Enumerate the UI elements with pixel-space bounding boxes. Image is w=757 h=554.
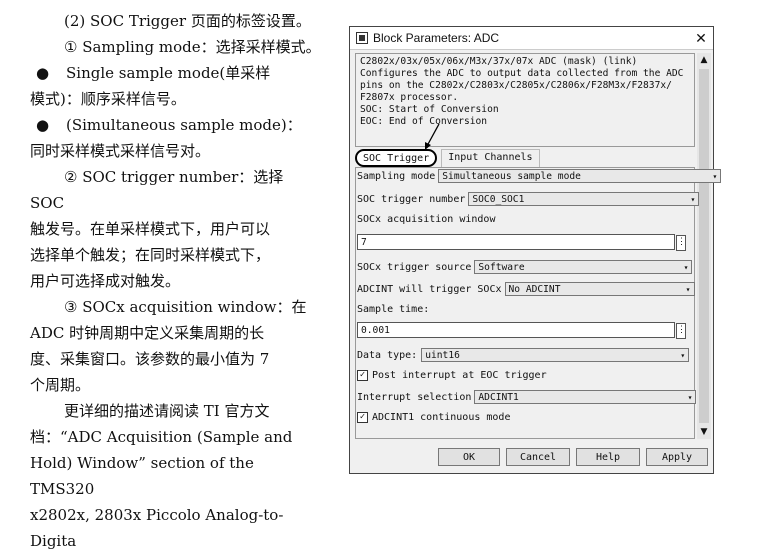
- doc-line: 触发号。在单采样模式下，用户可以: [30, 220, 271, 238]
- tab-input-channels[interactable]: Input Channels: [441, 149, 540, 167]
- scroll-thumb[interactable]: [699, 69, 709, 423]
- interrupt-selection-row: Interrupt selection ADCINT1 ▾: [357, 390, 697, 404]
- acq-window-label-row: SOCx acquisition window: [357, 214, 495, 225]
- interrupt-selection-value: ADCINT1: [478, 391, 519, 403]
- trigger-source-select[interactable]: Software ▾: [474, 260, 693, 274]
- doc-line: Single sample mode(单采样: [66, 64, 271, 82]
- doc-line: 模式)：顺序采样信号。: [30, 90, 186, 108]
- adcint-value: No ADCINT: [508, 283, 561, 295]
- doc-line: ② SOC trigger number：选择 SOC: [30, 168, 284, 212]
- soc-trigger-number-value: SOC0_SOC1: [472, 193, 525, 205]
- description-line: pins on the C2802x/C2803x/C2805x/C2806x/…: [360, 80, 672, 91]
- more-options-icon[interactable]: ⋮: [676, 235, 686, 251]
- dropdown-icon: ▾: [683, 262, 689, 272]
- description-line: F2807x processor.: [360, 92, 459, 103]
- annotation-arrow-icon: [425, 123, 440, 150]
- doc-line: 档：“ADC Acquisition (Sample and: [30, 428, 293, 446]
- apply-button[interactable]: Apply: [646, 448, 708, 466]
- dropdown-icon: ▾: [687, 392, 693, 402]
- soc-trigger-number-row: SOC trigger number SOC0_SOC1 ▾: [357, 192, 700, 206]
- block-parameters-dialog: Block Parameters: ADC ✕ C2802x/03x/05x/0…: [349, 26, 722, 474]
- doc-line: Hold) Window” section of the TMS320: [30, 454, 254, 498]
- post-interrupt-label: Post interrupt at EOC trigger: [372, 370, 547, 381]
- dialog-footer: OK Cancel Help Apply: [350, 441, 713, 473]
- doc-line: ADC 时钟周期中定义采集周期的长: [30, 324, 265, 342]
- dropdown-icon: ▾: [685, 284, 691, 294]
- soc-trigger-number-label: SOC trigger number: [357, 193, 466, 205]
- document-text: (2) SOC Trigger 页面的标签设置。 ① Sampling mode…: [30, 8, 322, 554]
- close-icon[interactable]: ✕: [689, 30, 713, 47]
- data-type-label: Data type:: [357, 349, 418, 361]
- sample-time-row: 0.001 ⋮: [357, 322, 686, 339]
- doc-line: x2802x, 2803x Piccolo Analog-to-Digita: [30, 506, 284, 550]
- interrupt-selection-label: Interrupt selection: [357, 391, 472, 403]
- title-bar[interactable]: Block Parameters: ADC ✕: [350, 27, 713, 50]
- data-type-select[interactable]: uint16 ▾: [421, 348, 690, 362]
- acq-window-value: 7: [361, 236, 367, 248]
- block-description: C2802x/03x/05x/06x/M3x/37x/07x ADC (mask…: [355, 53, 695, 147]
- sampling-mode-label: Sampling mode: [357, 170, 436, 182]
- block-icon: [356, 32, 368, 44]
- dropdown-icon: ▾: [690, 194, 696, 204]
- trigger-source-row: SOCx trigger source Software ▾: [357, 260, 693, 274]
- adcint-label: ADCINT will trigger SOCx: [357, 283, 502, 295]
- vertical-scrollbar[interactable]: ▲ ▼: [697, 53, 711, 439]
- acq-window-field[interactable]: 7 ⋮: [357, 234, 686, 251]
- description-line: Configures the ADC to output data collec…: [360, 68, 684, 79]
- dialog-title: Block Parameters: ADC: [373, 31, 500, 45]
- doc-line: 度、采集窗口。该参数的最小值为 7: [30, 350, 270, 368]
- help-button[interactable]: Help: [576, 448, 640, 466]
- cancel-button[interactable]: Cancel: [506, 448, 570, 466]
- bullet-icon: ●: [36, 116, 50, 134]
- doc-line: ① Sampling mode：选择采样模式。: [64, 38, 321, 56]
- doc-line: 个周期。: [30, 376, 91, 394]
- trigger-source-label: SOCx trigger source: [357, 261, 472, 273]
- doc-line: 选择单个触发；在同时采样模式下，: [30, 246, 271, 264]
- adcint-select[interactable]: No ADCINT ▾: [504, 282, 695, 296]
- sample-time-label: Sample time:: [357, 304, 430, 315]
- dropdown-icon: ▾: [712, 171, 718, 181]
- doc-line: (2) SOC Trigger 页面的标签设置。: [64, 12, 311, 30]
- dropdown-icon: ▾: [680, 350, 686, 360]
- doc-line: 同时采样模式采样信号对。: [30, 142, 211, 160]
- more-options-icon[interactable]: ⋮: [676, 323, 686, 339]
- scroll-down-icon[interactable]: ▼: [697, 425, 711, 439]
- description-line: EOC: End of Conversion: [360, 116, 488, 127]
- ok-button[interactable]: OK: [438, 448, 500, 466]
- continuous-mode-row: ✓ ADCINT1 continuous mode: [357, 412, 510, 423]
- sample-time-label-row: Sample time:: [357, 304, 429, 315]
- acq-window-label: SOCx acquisition window: [357, 214, 496, 225]
- tab-bar: SOC Trigger Input Channels: [355, 149, 540, 167]
- sampling-mode-value: Simultaneous sample mode: [442, 170, 581, 182]
- post-interrupt-row: ✓ Post interrupt at EOC trigger: [357, 370, 547, 381]
- interrupt-selection-select[interactable]: ADCINT1 ▾: [474, 390, 697, 404]
- trigger-source-value: Software: [478, 261, 525, 273]
- sampling-mode-row: Sampling mode Simultaneous sample mode ▾: [357, 169, 722, 183]
- doc-line: (Simultaneous sample mode)：: [66, 116, 302, 134]
- soc-trigger-panel: Sampling mode Simultaneous sample mode ▾…: [355, 167, 722, 439]
- tab-soc-trigger[interactable]: SOC Trigger: [355, 149, 438, 167]
- sample-time-field[interactable]: 0.001 ⋮: [357, 322, 686, 339]
- doc-line: 更详细的描述请阅读 TI 官方文: [64, 402, 270, 420]
- data-type-row: Data type: uint16 ▾: [357, 348, 690, 362]
- acq-window-row: 7 ⋮: [357, 234, 686, 251]
- description-line: SOC: Start of Conversion: [360, 104, 499, 115]
- continuous-mode-checkbox[interactable]: ✓: [357, 412, 368, 423]
- scroll-up-icon[interactable]: ▲: [697, 53, 711, 67]
- post-interrupt-checkbox[interactable]: ✓: [357, 370, 368, 381]
- sampling-mode-select[interactable]: Simultaneous sample mode ▾: [438, 169, 722, 183]
- doc-line: 用户可选择成对触发。: [30, 272, 181, 290]
- description-line: C2802x/03x/05x/06x/M3x/37x/07x ADC (mask…: [360, 56, 638, 67]
- bullet-icon: ●: [36, 64, 50, 82]
- doc-line: ③ SOCx acquisition window：在: [64, 298, 307, 316]
- data-type-value: uint16: [425, 349, 460, 361]
- continuous-mode-label: ADCINT1 continuous mode: [372, 412, 511, 423]
- adcint-row: ADCINT will trigger SOCx No ADCINT ▾: [357, 282, 695, 296]
- soc-trigger-number-select[interactable]: SOC0_SOC1 ▾: [468, 192, 700, 206]
- sample-time-value: 0.001: [361, 324, 390, 336]
